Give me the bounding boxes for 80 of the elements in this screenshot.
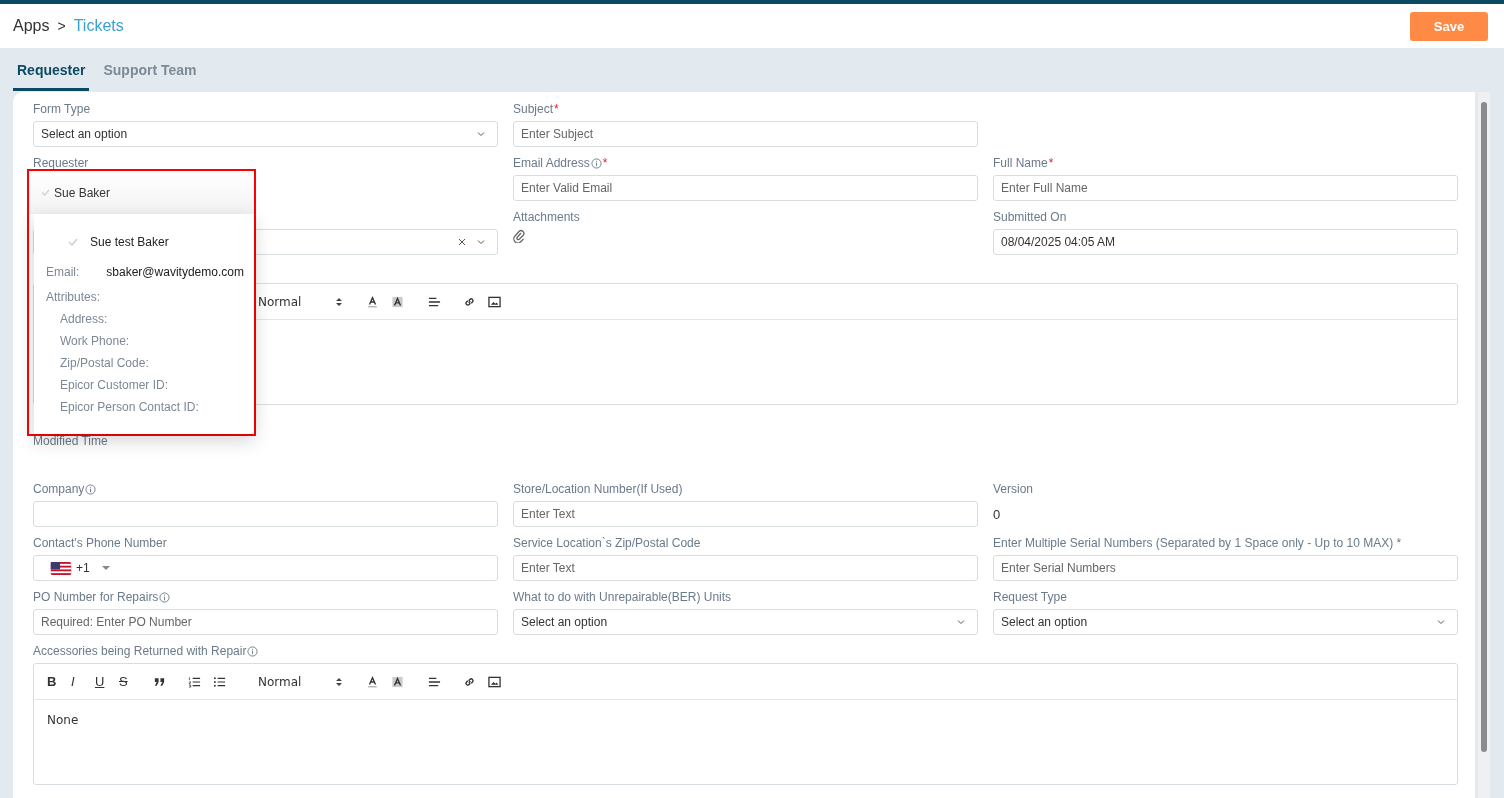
field-value: 0 (993, 506, 1001, 522)
image-icon[interactable] (488, 295, 501, 308)
email-label: Email: (46, 264, 80, 281)
format-button[interactable]: I (71, 674, 95, 689)
required-asterisk: * (554, 102, 559, 116)
attribute-label: Address: (59, 311, 109, 328)
link-icon[interactable] (463, 675, 476, 688)
scrollbar[interactable] (1478, 92, 1490, 798)
caret-icon[interactable] (101, 565, 110, 571)
field-label: Email Address (513, 156, 590, 170)
input-field[interactable]: Enter Text (513, 555, 978, 581)
email-value: sbaker@wavitydemo.com (106, 265, 244, 279)
field-label: Request Type (993, 590, 1067, 604)
align-icon[interactable] (428, 295, 441, 308)
format-button[interactable]: S (119, 674, 143, 689)
input-field[interactable]: Enter Full Name (993, 175, 1458, 201)
up-down-icon (336, 676, 342, 687)
paperclip-icon[interactable] (513, 229, 525, 243)
up-down-icon (336, 296, 342, 307)
input-field[interactable] (33, 501, 498, 527)
attribute-label: Zip/Postal Code: (59, 355, 150, 372)
field-label: Attachments (513, 210, 580, 224)
check-icon (68, 238, 78, 246)
chevron-down-icon (956, 617, 966, 627)
user-name: Sue test Baker (90, 235, 169, 249)
field-label: Requester (33, 156, 89, 170)
heading-dropdown[interactable]: Normal (258, 674, 342, 689)
align-icon[interactable] (428, 675, 441, 688)
field-label: Enter Multiple Serial Numbers (Separated by 1 Space only - Up to 10 MAX) * (993, 536, 1402, 550)
input-field[interactable]: Enter Serial Numbers (993, 555, 1458, 581)
heading-dropdown[interactable]: Normal (258, 294, 342, 309)
editor-text: None (47, 713, 79, 727)
numbered-list-icon[interactable] (188, 675, 201, 688)
selected-user[interactable]: Sue Baker (54, 185, 111, 200)
field-label: Subject (513, 102, 554, 116)
font-color-icon[interactable] (366, 295, 379, 308)
bullet-list-icon[interactable] (213, 675, 226, 688)
input-field[interactable]: Required: Enter PO Number (33, 609, 498, 635)
select-field[interactable]: Select an option (33, 121, 498, 147)
select-field[interactable]: Select an option (993, 609, 1458, 635)
field-label: Full Name (993, 156, 1048, 170)
chevron-down-icon (476, 237, 486, 247)
chevron-down-icon (476, 129, 486, 139)
font-color-icon[interactable] (366, 675, 379, 688)
field-label: Store/Location Number(If Used) (513, 482, 683, 496)
field-label: Service Location`s Zip/Postal Code (513, 536, 701, 550)
input-field[interactable]: Enter Subject (513, 121, 978, 147)
highlight-color-icon[interactable] (391, 675, 404, 688)
quote-icon[interactable] (153, 675, 166, 688)
field-label: Version (993, 482, 1034, 496)
field-label: Contact's Phone Number (33, 536, 167, 550)
field-label: What to do with Unrepairable(BER) Units (513, 590, 732, 604)
input-field[interactable]: 08/04/2025 04:05 AM (993, 229, 1458, 255)
field-label: Accessories being Returned with Repair (33, 644, 247, 658)
image-icon[interactable] (488, 675, 501, 688)
attribute-label: Work Phone: (59, 333, 131, 350)
select-field[interactable]: Select an option (513, 609, 978, 635)
format-button[interactable]: B (47, 674, 71, 689)
format-button[interactable]: U (95, 674, 119, 689)
field-label: PO Number for Repairs (33, 590, 159, 604)
chevron-down-icon (1436, 617, 1446, 627)
field-label: Modified Time (33, 434, 108, 448)
breadcrumb-separator: > (57, 18, 66, 34)
link-icon[interactable] (463, 295, 476, 308)
input-field[interactable]: Enter Valid Email (513, 175, 978, 201)
attribute-label: Epicor Customer ID: (59, 377, 170, 394)
field-label: Company (33, 482, 85, 496)
phone-field[interactable]: +1 (33, 555, 498, 581)
check-icon (41, 189, 50, 196)
required-asterisk: * (1048, 156, 1054, 170)
clear-icon[interactable] (457, 237, 467, 247)
us-flag-icon (50, 561, 72, 575)
breadcrumb-item: Apps (13, 17, 50, 35)
attributes-label: Attributes: (46, 289, 102, 306)
field-label: Submitted On (993, 210, 1067, 224)
highlight-color-icon[interactable] (391, 295, 404, 308)
input-field[interactable]: Enter Text (513, 501, 978, 527)
rich-text-editor[interactable]: B I U S Normal None (33, 663, 1458, 785)
field-label: Form Type (33, 102, 91, 116)
required-asterisk: * (602, 156, 608, 170)
